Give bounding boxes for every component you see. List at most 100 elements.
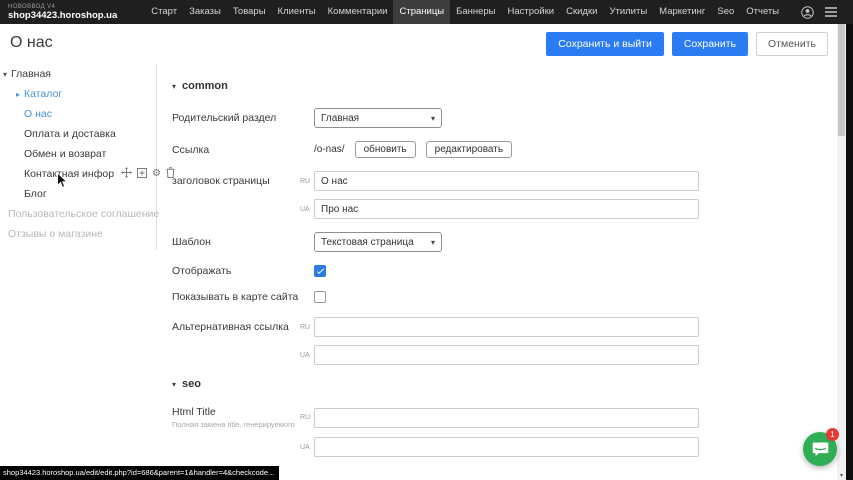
chat-bubble-icon bbox=[812, 441, 829, 457]
chevron-down-icon: ▾ bbox=[431, 114, 435, 123]
chat-launcher-button[interactable]: 1 bbox=[803, 432, 837, 466]
sidebar-item-label: Обмен и возврат bbox=[24, 148, 106, 160]
sidebar-item-label: Контактная инфор bbox=[24, 168, 114, 180]
user-account-icon[interactable] bbox=[801, 6, 814, 19]
chevron-down-icon: ▾ bbox=[431, 238, 435, 247]
sitemap-checkbox[interactable] bbox=[314, 291, 326, 303]
menu-item-reports[interactable]: Отчеты bbox=[740, 0, 785, 24]
alt-link-ua-input[interactable] bbox=[314, 345, 699, 365]
section-seo-header[interactable]: ▾ seo bbox=[172, 378, 837, 390]
scrollbar-thumb[interactable] bbox=[838, 24, 845, 136]
checkmark-icon bbox=[316, 266, 323, 273]
field-html-title-ru: Html Title Полная замена title, генериру… bbox=[172, 406, 837, 429]
main-menu: Старт Заказы Товары Клиенты Комментарии … bbox=[145, 0, 785, 24]
menu-item-settings[interactable]: Настройки bbox=[502, 0, 561, 24]
lang-tag-ua: UA bbox=[300, 206, 311, 213]
field-label: заголовок страницы bbox=[172, 175, 300, 187]
template-select[interactable]: Текстовая страница ▾ bbox=[314, 232, 442, 252]
field-label: Шаблон bbox=[172, 236, 300, 248]
field-alt-link-ru: Альтернативная ссылка RU bbox=[172, 317, 837, 337]
hamburger-menu-icon[interactable] bbox=[825, 7, 837, 17]
menu-item-marketing[interactable]: Маркетинг bbox=[653, 0, 711, 24]
sidebar-item-label: Каталог bbox=[24, 88, 62, 100]
section-common-header[interactable]: ▾ common bbox=[172, 80, 837, 92]
caret-down-icon: ▾ bbox=[172, 380, 176, 389]
edit-link-button[interactable]: редактировать bbox=[426, 141, 512, 158]
sidebar-item-label: Блог bbox=[24, 188, 47, 200]
scrollbar[interactable]: ▾ bbox=[837, 24, 846, 480]
sidebar-item-blog[interactable]: Блог bbox=[0, 184, 156, 204]
menu-item-discounts[interactable]: Скидки bbox=[560, 0, 603, 24]
select-value: Текстовая страница bbox=[321, 237, 414, 248]
field-page-title-ru: заголовок страницы RU bbox=[172, 171, 837, 191]
sidebar-item-user-agreement[interactable]: Пользовательское соглашение bbox=[0, 204, 156, 224]
save-button[interactable]: Сохранить bbox=[672, 32, 748, 56]
lang-tag-ru: RU bbox=[300, 324, 311, 331]
topbar-right bbox=[801, 6, 853, 19]
sidebar-item-label: Оплата и доставка bbox=[24, 128, 116, 140]
sidebar-item-about[interactable]: О нас bbox=[0, 104, 156, 124]
page-title-ua-input[interactable] bbox=[314, 199, 699, 219]
sidebar-item-contact-info[interactable]: Контактная инфор ⚙ bbox=[0, 164, 156, 184]
scroll-down-icon[interactable]: ▾ bbox=[837, 472, 846, 479]
sidebar-item-catalog[interactable]: ▸ Каталог bbox=[0, 84, 156, 104]
pages-tree-sidebar: ▾ Главная ▸ Каталог О нас Оплата и доста… bbox=[0, 64, 157, 250]
caret-down-icon: ▾ bbox=[172, 82, 176, 91]
screen-right-border bbox=[846, 24, 853, 480]
lang-tag-ua: UA bbox=[300, 444, 311, 451]
menu-item-start[interactable]: Старт bbox=[145, 0, 183, 24]
menu-item-clients[interactable]: Клиенты bbox=[272, 0, 322, 24]
field-show-in-sitemap: Показывать в карте сайта bbox=[172, 291, 837, 303]
field-hint: Полная замена title, генерируемого bbox=[172, 420, 312, 429]
sidebar-item-store-reviews[interactable]: Отзывы о магазине bbox=[0, 224, 156, 244]
field-display: Отображать bbox=[172, 265, 837, 277]
menu-item-utilities[interactable]: Утилиты bbox=[603, 0, 653, 24]
cancel-button[interactable]: Отменить bbox=[756, 32, 828, 56]
page-header: О нас Сохранить и выйти Сохранить Отмени… bbox=[0, 24, 838, 64]
page-title-ru-input[interactable] bbox=[314, 171, 699, 191]
parent-section-select[interactable]: Главная ▾ bbox=[314, 108, 442, 128]
refresh-link-button[interactable]: обновить bbox=[355, 141, 416, 158]
menu-item-products[interactable]: Товары bbox=[227, 0, 272, 24]
field-template: Шаблон Текстовая страница ▾ bbox=[172, 232, 837, 252]
save-and-exit-button[interactable]: Сохранить и выйти bbox=[546, 32, 664, 56]
add-subpage-icon[interactable] bbox=[137, 168, 147, 181]
sidebar-item-exchange-return[interactable]: Обмен и возврат bbox=[0, 144, 156, 164]
field-alt-link-ua: UA bbox=[172, 345, 837, 365]
sidebar-item-label: Отзывы о магазине bbox=[8, 228, 103, 240]
display-checkbox[interactable] bbox=[314, 265, 326, 277]
sidebar-item-payment-delivery[interactable]: Оплата и доставка bbox=[0, 124, 156, 144]
link-value: /o-nas/ bbox=[314, 144, 345, 155]
sidebar-item-home[interactable]: ▾ Главная bbox=[0, 64, 156, 84]
chat-unread-badge: 1 bbox=[826, 428, 839, 441]
lang-tag-ua: UA bbox=[300, 352, 311, 359]
alt-link-ru-input[interactable] bbox=[314, 317, 699, 337]
status-url: shop34423.horoshop.ua/edit/edit.php?id=6… bbox=[3, 468, 274, 477]
field-page-title-ua: UA bbox=[172, 199, 837, 219]
store-domain: shop34423.horoshop.ua bbox=[8, 11, 117, 21]
field-link: Ссылка /o-nas/ обновить редактировать bbox=[172, 141, 837, 158]
sidebar-item-label: О нас bbox=[24, 108, 52, 120]
field-label: Html Title bbox=[172, 406, 300, 418]
caret-down-icon: ▾ bbox=[3, 70, 7, 79]
page-title: О нас bbox=[10, 34, 53, 52]
field-label: Отображать bbox=[172, 265, 300, 277]
menu-item-orders[interactable]: Заказы bbox=[183, 0, 227, 24]
section-title: common bbox=[182, 80, 228, 92]
html-title-ua-input[interactable] bbox=[314, 437, 699, 457]
sidebar-item-label: Главная bbox=[11, 68, 51, 80]
store-logo[interactable]: НОВОВВОД V4 shop34423.horoshop.ua bbox=[0, 4, 127, 21]
field-label: Альтернативная ссылка bbox=[172, 321, 300, 333]
menu-item-comments[interactable]: Комментарии bbox=[322, 0, 394, 24]
header-buttons: Сохранить и выйти Сохранить Отменить bbox=[546, 32, 828, 56]
menu-item-banners[interactable]: Баннеры bbox=[450, 0, 501, 24]
sidebar-item-label: Пользовательское соглашение bbox=[8, 208, 159, 220]
menu-item-pages[interactable]: Страницы bbox=[393, 0, 450, 24]
menu-item-seo[interactable]: Seo bbox=[711, 0, 740, 24]
store-version-label: НОВОВВОД V4 bbox=[8, 4, 117, 10]
html-title-ru-input[interactable] bbox=[314, 408, 699, 428]
caret-right-icon: ▸ bbox=[16, 90, 20, 99]
lang-tag-ru: RU bbox=[300, 414, 311, 421]
move-icon[interactable] bbox=[121, 167, 132, 181]
lang-tag-ru: RU bbox=[300, 178, 311, 185]
